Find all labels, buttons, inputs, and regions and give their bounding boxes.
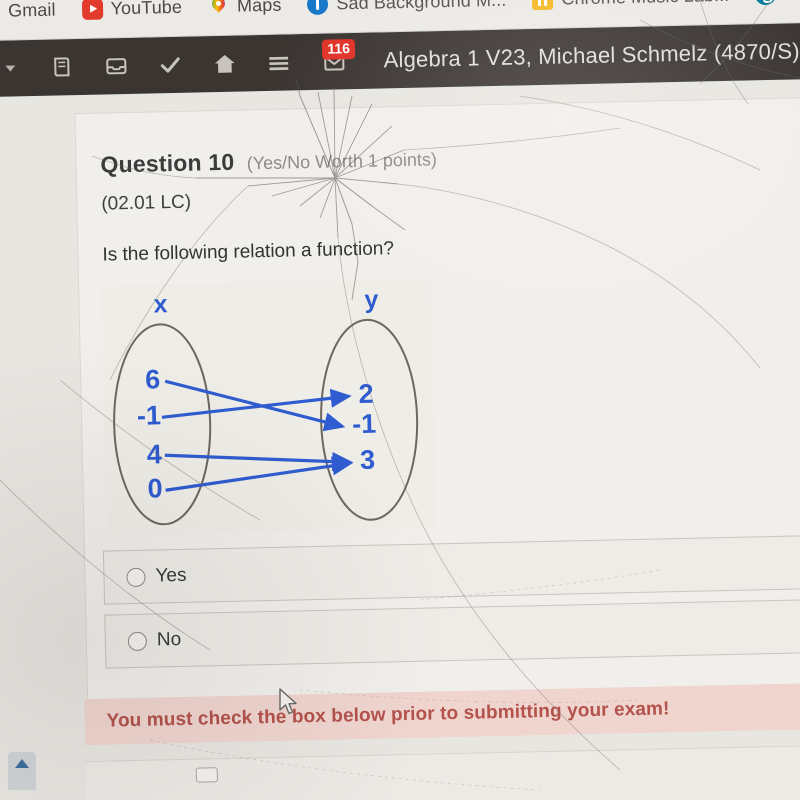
answer-choices: Yes No — [102, 534, 800, 678]
radio-button-no[interactable] — [127, 631, 148, 651]
x-set-label: x — [153, 290, 168, 318]
bookmark-chrome-music-lab[interactable]: Chrome Music Lab... — [532, 0, 729, 11]
question-card: Question 10 (Yes/No Worth 1 points) (02.… — [74, 95, 800, 716]
warning-message: You must check the box below prior to su… — [106, 698, 670, 732]
y-set-label: y — [364, 286, 379, 314]
submission-section — [85, 743, 800, 800]
unread-count-badge: 116 — [322, 39, 356, 60]
y-value-2: 2 — [358, 379, 374, 409]
messages-button[interactable]: 116 — [305, 33, 364, 90]
question-number: Question 10 — [100, 148, 235, 178]
answer-label: No — [156, 628, 182, 651]
bookmark-label: Chrome Music Lab... — [561, 0, 729, 10]
answer-option-no[interactable]: No — [104, 598, 800, 669]
answer-option-yes[interactable]: Yes — [102, 534, 800, 605]
exam-page: Question 10 (Yes/No Worth 1 points) (02.… — [0, 78, 800, 800]
mouse-cursor — [278, 688, 300, 723]
arrow-0-to-3 — [165, 456, 354, 492]
x-value-neg1: -1 — [137, 400, 162, 431]
maps-icon — [208, 0, 229, 17]
question-meta: (Yes/No Worth 1 points) — [246, 149, 438, 174]
youtube-icon — [81, 0, 103, 20]
chevron-down-icon — [5, 65, 16, 72]
y-value-neg1: -1 — [352, 409, 377, 440]
cracked-screen-photo: G Gmail YouTube Maps Sad Background M...… — [0, 0, 800, 800]
x-value-4: 4 — [146, 439, 162, 469]
bookmark-youtube[interactable]: YouTube — [81, 0, 182, 20]
chevron-up-icon — [15, 759, 29, 768]
question-header: Question 10 (Yes/No Worth 1 points) — [100, 144, 437, 178]
bookmark-flvs[interactable]: FLVS Log — [755, 0, 800, 6]
answer-label: Yes — [155, 564, 187, 587]
chrome-music-lab-icon — [532, 0, 554, 11]
bookmark-label: Maps — [236, 0, 282, 16]
arrow-6-to-neg1 — [164, 379, 346, 432]
x-value-6: 6 — [145, 364, 161, 394]
bookmark-label: FLVS Log — [784, 0, 800, 5]
bookmark-gmail[interactable]: G Gmail — [0, 0, 56, 22]
bookmark-label: Gmail — [7, 0, 56, 21]
hamburger-menu-icon[interactable] — [251, 34, 306, 91]
bookmark-maps[interactable]: Maps — [208, 0, 282, 17]
home-icon[interactable] — [197, 35, 252, 92]
question-prompt: Is the following relation a function? — [102, 238, 395, 266]
acknowledgement-checkbox[interactable] — [195, 767, 218, 783]
x-value-0: 0 — [147, 473, 163, 503]
checkmark-icon[interactable] — [143, 36, 198, 93]
course-title: Algebra 1 V23, Michael Schmelz (4870/S) — [383, 38, 800, 73]
radio-button-yes[interactable] — [126, 567, 146, 587]
book-icon[interactable] — [35, 39, 90, 96]
inbox-icon[interactable] — [89, 38, 144, 95]
nav-county-dropdown[interactable]: nty — [0, 57, 16, 80]
bookmark-sad-background-music[interactable]: Sad Background M... — [307, 0, 507, 16]
flvs-icon — [755, 0, 777, 6]
sad-background-music-icon — [307, 0, 329, 16]
bookmark-label: YouTube — [110, 0, 183, 19]
relation-mapping-diagram: x y 6 -1 4 0 2 -1 3 — [101, 278, 437, 536]
browser-window: G Gmail YouTube Maps Sad Background M...… — [0, 0, 800, 800]
y-value-3: 3 — [360, 445, 376, 475]
bookmark-label: Sad Background M... — [336, 0, 507, 14]
arrow-4-to-3 — [164, 451, 354, 472]
question-code: (02.01 LC) — [101, 191, 192, 215]
scroll-to-top-button[interactable] — [8, 752, 36, 790]
